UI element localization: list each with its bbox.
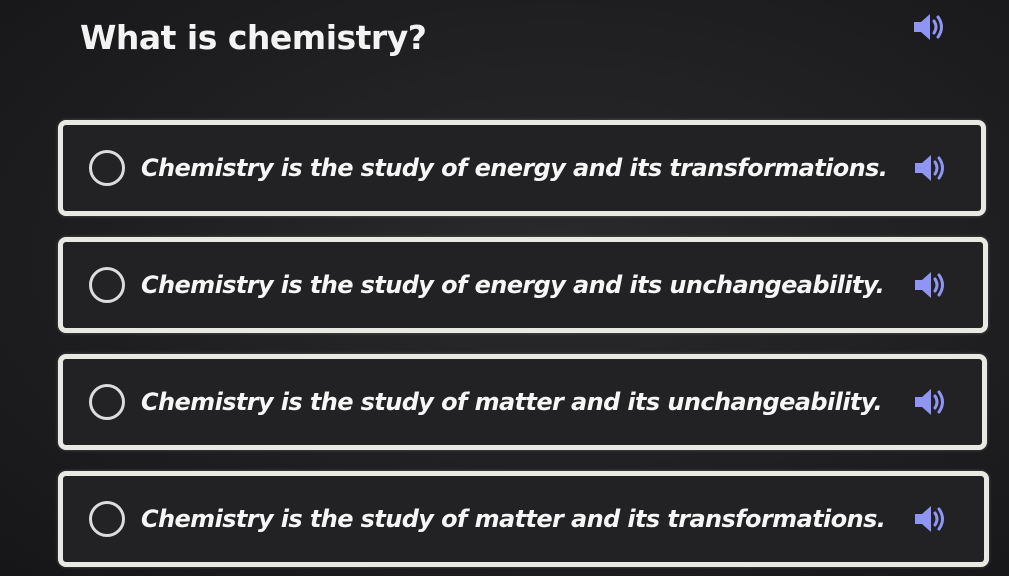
question-title: What is chemistry? <box>80 18 427 57</box>
speaker-icon[interactable] <box>911 268 949 302</box>
speaker-icon[interactable] <box>910 10 948 44</box>
answer-option[interactable]: Chemistry is the study of matter and its… <box>58 471 989 567</box>
radio-button[interactable] <box>89 384 125 420</box>
radio-button[interactable] <box>89 150 125 186</box>
answer-option[interactable]: Chemistry is the study of energy and its… <box>58 120 986 216</box>
radio-button[interactable] <box>89 267 125 303</box>
answer-option-text: Chemistry is the study of matter and its… <box>141 505 886 533</box>
answer-option[interactable]: Chemistry is the study of energy and its… <box>58 237 988 333</box>
answer-options: Chemistry is the study of energy and its… <box>58 120 989 576</box>
speaker-icon[interactable] <box>911 151 949 185</box>
answer-option-text: Chemistry is the study of energy and its… <box>141 271 885 299</box>
speaker-icon[interactable] <box>911 385 949 419</box>
speaker-icon[interactable] <box>911 502 949 536</box>
answer-option-text: Chemistry is the study of energy and its… <box>141 154 888 182</box>
answer-option-text: Chemistry is the study of matter and its… <box>141 388 883 416</box>
answer-option[interactable]: Chemistry is the study of matter and its… <box>58 354 987 450</box>
radio-button[interactable] <box>89 501 125 537</box>
